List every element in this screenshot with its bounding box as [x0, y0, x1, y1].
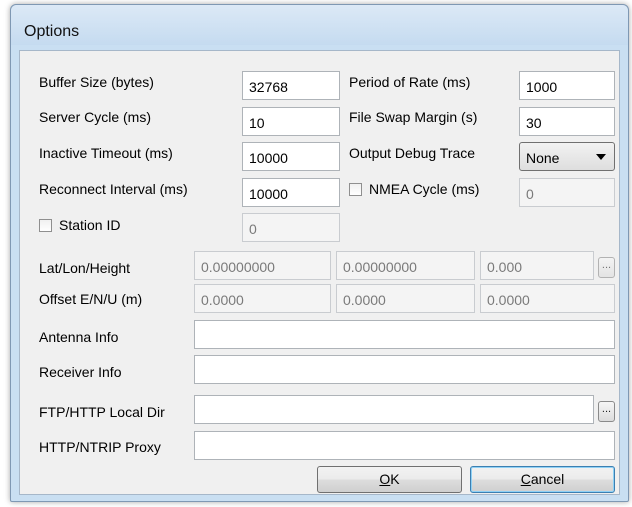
output-debug-trace-label: Output Debug Trace [349, 145, 476, 161]
server-cycle-label: Server Cycle (ms) [39, 109, 152, 125]
file-swap-margin-label: File Swap Margin (s) [349, 109, 478, 125]
ok-button-mnemonic: O [379, 471, 391, 487]
file-swap-margin-input[interactable]: 30 [519, 107, 615, 136]
server-cycle-input[interactable]: 10 [242, 107, 340, 136]
nmea-cycle-input[interactable]: 0 [519, 178, 615, 207]
http-ntrip-proxy-label: HTTP/NTRIP Proxy [39, 439, 161, 455]
output-debug-trace-value: None [526, 150, 560, 166]
antenna-info-input[interactable] [194, 320, 615, 349]
options-dialog: Options Buffer Size (bytes) 32768 Period… [10, 4, 629, 502]
cancel-button-mnemonic: C [520, 471, 531, 487]
reconnect-interval-input[interactable]: 10000 [242, 178, 340, 207]
latitude-input[interactable]: 0.00000000 [194, 251, 331, 280]
lat-lon-height-browse-button[interactable]: ... [598, 257, 615, 278]
station-id-checkbox[interactable] [39, 219, 52, 232]
ok-button-label: K [390, 471, 400, 487]
buffer-size-label: Buffer Size (bytes) [39, 74, 154, 90]
period-of-rate-input[interactable]: 1000 [519, 71, 615, 100]
title-bar[interactable]: Options [11, 5, 628, 45]
output-debug-trace-select[interactable]: None [519, 142, 615, 171]
receiver-info-input[interactable] [194, 355, 615, 384]
station-id-label: Station ID [59, 217, 121, 233]
http-ntrip-proxy-input[interactable] [194, 431, 615, 460]
window-title: Options [24, 23, 80, 40]
cancel-button[interactable]: Cancel [470, 466, 615, 493]
lat-lon-height-label: Lat/Lon/Height [39, 260, 131, 276]
antenna-info-label: Antenna Info [39, 329, 119, 345]
offset-north-input[interactable]: 0.0000 [336, 284, 475, 313]
cancel-button-label: ancel [530, 471, 565, 487]
offset-east-input[interactable]: 0.0000 [194, 284, 331, 313]
nmea-cycle-checkbox[interactable] [349, 183, 362, 196]
offset-enu-label: Offset E/N/U (m) [39, 291, 143, 307]
reconnect-interval-label: Reconnect Interval (ms) [39, 181, 188, 197]
ftp-http-local-dir-label: FTP/HTTP Local Dir [39, 404, 165, 420]
height-input[interactable]: 0.000 [480, 251, 594, 280]
inactive-timeout-label: Inactive Timeout (ms) [39, 145, 173, 161]
longitude-input[interactable]: 0.00000000 [336, 251, 475, 280]
inactive-timeout-input[interactable]: 10000 [242, 142, 340, 171]
ftp-local-dir-browse-button[interactable]: ... [598, 401, 615, 422]
ok-button[interactable]: OK [317, 466, 462, 493]
buffer-size-input[interactable]: 32768 [242, 71, 340, 100]
period-of-rate-label: Period of Rate (ms) [349, 74, 471, 90]
ftp-http-local-dir-input[interactable] [194, 395, 594, 424]
nmea-cycle-label: NMEA Cycle (ms) [369, 181, 480, 197]
receiver-info-label: Receiver Info [39, 364, 122, 380]
offset-up-input[interactable]: 0.0000 [480, 284, 615, 313]
station-id-input[interactable]: 0 [242, 213, 340, 242]
dialog-client-area: Buffer Size (bytes) 32768 Period of Rate… [19, 50, 620, 495]
chevron-down-icon [596, 154, 606, 160]
